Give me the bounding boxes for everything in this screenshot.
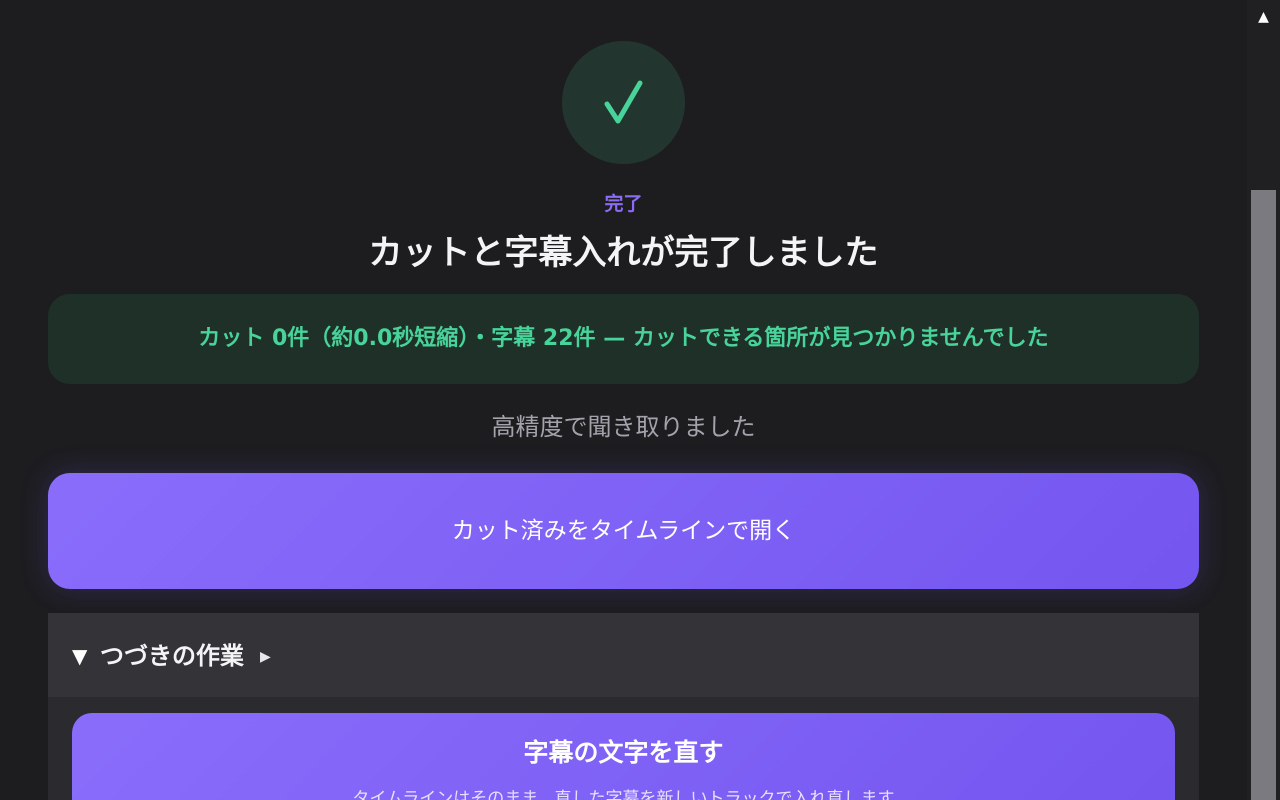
success-badge — [562, 41, 685, 164]
page-title: カットと字幕入れが完了しました — [368, 233, 879, 273]
open-timeline-button[interactable]: カット済みをタイムラインで開く — [48, 473, 1199, 589]
result-message: カット 0件（約0.0秒短縮）・字幕 22件 — カットできる箇所が見つかりませ… — [198, 326, 1049, 351]
open-timeline-label: カット済みをタイムラインで開く — [451, 518, 796, 544]
next-steps-panel: ▼ つづきの作業 ▶ 字幕の文字を直す タイムラインはそのまま、直した字幕を新し… — [48, 613, 1199, 800]
status-eyebrow: 完了 — [604, 193, 643, 215]
completion-view: 完了 カットと字幕入れが完了しました カット 0件（約0.0秒短縮）・字幕 22… — [0, 0, 1247, 800]
accuracy-note: 高精度で聞き取りました — [491, 413, 756, 441]
triangle-down-icon: ▼ — [72, 644, 88, 668]
fix-subtitles-button[interactable]: 字幕の文字を直す タイムラインはそのまま、直した字幕を新しいトラックで入れ直しま… — [72, 713, 1175, 800]
next-steps-toggle[interactable]: ▼ つづきの作業 ▶ — [48, 613, 1199, 697]
result-banner: カット 0件（約0.0秒短縮）・字幕 22件 — カットできる箇所が見つかりませ… — [48, 294, 1199, 384]
arrow-up-icon[interactable]: ▲ — [1247, 0, 1280, 34]
check-icon — [604, 80, 643, 124]
vertical-scrollbar[interactable]: ▲ — [1247, 0, 1280, 800]
scroll-thumb[interactable] — [1251, 190, 1276, 800]
triangle-right-icon: ▶ — [260, 649, 271, 665]
next-steps-title: つづきの作業 — [100, 642, 244, 670]
task-title: 字幕の文字を直す — [523, 738, 724, 767]
task-description: タイムラインはそのまま、直した字幕を新しいトラックで入れ直します — [352, 789, 895, 800]
